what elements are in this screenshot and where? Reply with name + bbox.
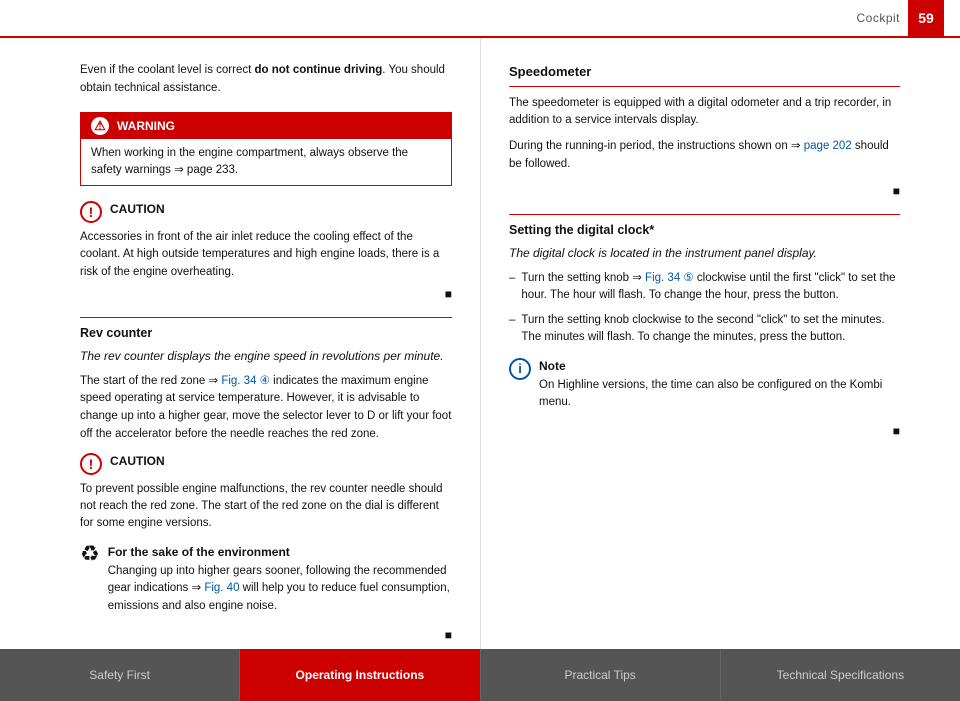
caution2-icon-symbol: ! <box>89 457 94 471</box>
speedometer-text1: The speedometer is equipped with a digit… <box>509 95 900 131</box>
note-icon: i <box>509 358 531 380</box>
warning-icon: ⚠ <box>91 117 109 135</box>
environment-icon: ♻ <box>80 543 100 565</box>
step2-text: Turn the setting knob clockwise to the s… <box>521 312 900 347</box>
caution1-text: Accessories in front of the air inlet re… <box>80 229 452 281</box>
tab-practical-tips[interactable]: Practical Tips <box>481 649 721 701</box>
caution2-label: CAUTION <box>110 452 165 470</box>
rev-counter-body: The start of the red zone ⇒ Fig. 34 ④ in… <box>80 373 452 444</box>
digital-clock-italic: The digital clock is located in the inst… <box>509 244 900 262</box>
header-title: Cockpit <box>856 11 900 25</box>
digital-clock-step2: – Turn the setting knob clockwise to the… <box>509 312 900 347</box>
caution2-content: CAUTION <box>110 452 165 472</box>
environment-text: Changing up into higher gears sooner, fo… <box>108 563 452 616</box>
speedometer-end-marker: ■ <box>509 182 900 200</box>
caution1-icon-symbol: ! <box>89 205 94 219</box>
warning-header: ⚠ WARNING <box>81 113 451 139</box>
caution1-content: CAUTION <box>110 200 165 220</box>
note-label: Note <box>539 357 900 375</box>
tab-safety-first[interactable]: Safety First <box>0 649 240 701</box>
note-end-marker: ■ <box>509 422 900 440</box>
page-number: 59 <box>908 0 944 36</box>
intro-text-part1: Even if the coolant level is correct <box>80 64 255 76</box>
warning-body-text: When working in the engine compartment, … <box>91 147 408 176</box>
caution1-icon: ! <box>80 201 102 223</box>
header: Cockpit 59 <box>0 0 960 38</box>
intro-bold: do not continue driving <box>255 64 383 76</box>
tab-safety-first-label: Safety First <box>89 668 150 682</box>
tab-practical-tips-label: Practical Tips <box>564 668 635 682</box>
caution1-label: CAUTION <box>110 200 165 218</box>
right-column: Speedometer The speedometer is equipped … <box>480 38 960 649</box>
step2-dash: – <box>509 312 515 347</box>
left-column: Even if the coolant level is correct do … <box>0 38 480 649</box>
environment-content: For the sake of the environment Changing… <box>108 543 452 624</box>
digital-clock-heading: Setting the digital clock* <box>509 221 900 240</box>
note-icon-symbol: i <box>518 359 522 379</box>
tab-technical-specifications[interactable]: Technical Specifications <box>721 649 960 701</box>
main-content: Even if the coolant level is correct do … <box>0 38 960 649</box>
step1-text: Turn the setting knob ⇒ Fig. 34 ⑤ clockw… <box>521 270 900 305</box>
tab-operating-instructions[interactable]: Operating Instructions <box>240 649 480 701</box>
step1-dash: – <box>509 270 515 305</box>
warning-body: When working in the engine compartment, … <box>81 139 451 186</box>
rev-counter-heading: Rev counter <box>80 324 452 343</box>
digital-clock-divider <box>509 214 900 215</box>
rev-counter-italic: The rev counter displays the engine spee… <box>80 347 452 365</box>
environment-section: ♻ For the sake of the environment Changi… <box>80 543 452 624</box>
digital-clock-step1: – Turn the setting knob ⇒ Fig. 34 ⑤ cloc… <box>509 270 900 305</box>
warning-box: ⚠ WARNING When working in the engine com… <box>80 112 452 187</box>
speedometer-text2: During the running-in period, the instru… <box>509 138 900 174</box>
warning-triangle-icon: ⚠ <box>94 119 106 132</box>
tab-operating-instructions-label: Operating Instructions <box>296 668 425 682</box>
caution2-section: ! CAUTION <box>80 452 452 475</box>
footer-nav: Safety First Operating Instructions Prac… <box>0 649 960 701</box>
header-page-info: Cockpit 59 <box>856 0 944 36</box>
note-section: i Note On Highline versions, the time ca… <box>509 357 900 421</box>
caution1-end-marker: ■ <box>80 285 452 303</box>
intro-text: Even if the coolant level is correct do … <box>80 62 452 98</box>
tab-technical-specifications-label: Technical Specifications <box>777 668 904 682</box>
rev-counter-divider <box>80 317 452 318</box>
caution1-section: ! CAUTION <box>80 200 452 223</box>
note-content: Note On Highline versions, the time can … <box>539 357 900 421</box>
environment-label: For the sake of the environment <box>108 543 452 561</box>
speedometer-heading: Speedometer <box>509 62 900 87</box>
note-text: On Highline versions, the time can also … <box>539 377 900 413</box>
warning-label: WARNING <box>117 117 175 135</box>
caution2-icon: ! <box>80 453 102 475</box>
env-end-marker: ■ <box>80 626 452 644</box>
caution2-text: To prevent possible engine malfunctions,… <box>80 481 452 533</box>
